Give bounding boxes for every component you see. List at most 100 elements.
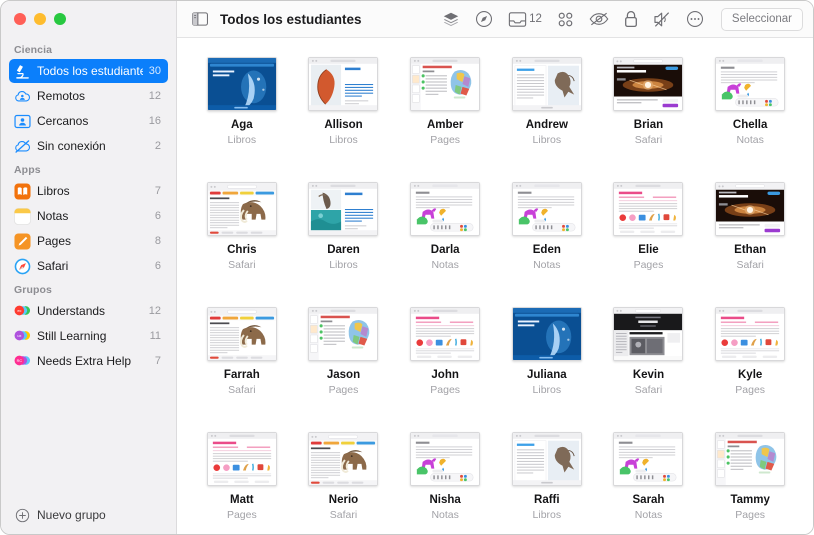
microscope-icon [16,64,29,79]
student-card[interactable]: Eden Notas [496,177,598,302]
zoom-button[interactable] [54,13,66,25]
student-card[interactable]: Sarah Notas [598,427,700,534]
books-app-icon [14,182,31,200]
student-thumbnail-wrapper [307,304,379,361]
student-card[interactable]: Darla Notas [394,177,496,302]
cloud-slash-icon [14,138,31,155]
student-card[interactable]: Brian Safari [598,52,700,177]
more-button[interactable] [683,6,707,32]
student-thumbnail [511,57,582,111]
sidebar-item-label: Todos los estudiantes [37,64,143,78]
student-screen-thumbnail [716,58,785,110]
student-card[interactable]: Jason Pages [293,302,395,427]
student-app-label: Libros [329,259,358,271]
close-button[interactable] [14,13,26,25]
sidebar-item-count: 6 [154,210,161,222]
student-card[interactable]: Raffi Libros [496,427,598,534]
student-screen-thumbnail [512,183,581,235]
student-thumbnail-wrapper [307,54,379,111]
student-screen-thumbnail [614,308,683,360]
student-card[interactable]: Chella Notas [699,52,801,177]
student-card[interactable]: Ethan Safari [699,177,801,302]
cloud-slash-icon [15,139,31,153]
sidebar-toggle-button[interactable] [189,6,211,32]
sidebar-item-sin-conexi-n[interactable]: Sin conexión 2 [9,134,168,158]
sidebar-item-label: Remotos [37,89,86,103]
sidebar-item-safari[interactable]: Safari 6 [9,254,168,278]
student-card[interactable]: Tammy Pages [699,427,801,534]
hide-screen-button[interactable] [586,6,612,32]
student-thumbnail [511,307,582,361]
inbox-count: 12 [529,13,542,25]
sidebar-item-remotos[interactable]: Remotos 12 [9,84,168,108]
student-card[interactable]: Kyle Pages [699,302,801,427]
sidebar-item-cercanos[interactable]: Cercanos 16 [9,109,168,133]
sidebar-item-still-learning[interactable]: ux Still Learning 11 [9,324,168,348]
select-button[interactable]: Seleccionar [720,7,803,31]
navigate-button[interactable] [472,6,496,32]
notes-app-icon [14,207,31,225]
inbox-button[interactable]: 12 [505,6,545,32]
sidebar-item-count: 12 [148,305,161,317]
safari-app-icon [14,258,31,274]
student-screen-thumbnail [411,433,480,485]
student-app-label: Safari [228,384,256,396]
student-card[interactable]: Aga Libros [191,52,293,177]
sidebar-item-understands[interactable]: ec Understands 12 [9,299,168,323]
student-card[interactable]: Nerio Safari [293,427,395,534]
student-name: John [431,369,459,381]
sidebar-section-header: Ciencia [14,44,53,56]
student-card[interactable]: Juliana Libros [496,302,598,427]
student-card[interactable]: Farrah Safari [191,302,293,427]
student-card[interactable]: Nisha Notas [394,427,496,534]
person-card-icon [14,113,31,130]
student-thumbnail-wrapper [409,179,481,236]
sidebar-item-libros[interactable]: Libros 7 [9,179,168,203]
student-thumbnail [308,57,379,111]
minimize-button[interactable] [34,13,46,25]
student-grid[interactable]: Aga Libros Allison Libros Amber Pages Andrew Li… [177,38,813,534]
sidebar-item-label: Understands [37,304,106,318]
student-app-label: Safari [228,259,256,271]
student-thumbnail [715,307,786,361]
student-name: Aga [230,119,253,131]
sidebar-item-pages[interactable]: Pages 8 [9,229,168,253]
sidebar-item-notas[interactable]: Notas 6 [9,204,168,228]
mute-button[interactable] [650,6,674,32]
student-card[interactable]: Matt Pages [191,427,293,534]
group-avatars-icon: ec [14,303,31,320]
student-screen-thumbnail [309,183,378,235]
sidebar-item-needs-extra-help[interactable]: RC Needs Extra Help 7 [9,349,168,373]
student-name: Chella [732,119,768,131]
student-screen-thumbnail [309,308,378,360]
student-app-label: Libros [329,134,358,146]
apps-grid-button[interactable] [554,6,577,32]
student-screen-thumbnail [614,433,683,485]
svg-text:ec: ec [17,309,21,313]
student-card[interactable]: Kevin Safari [598,302,700,427]
sidebar-item-todos-los-estudiantes[interactable]: Todos los estudiantes 30 [9,59,168,83]
student-thumbnail [206,182,277,236]
student-card[interactable]: Amber Pages [394,52,496,177]
student-card[interactable]: Elie Pages [598,177,700,302]
student-card[interactable]: Chris Safari [191,177,293,302]
student-name: Elie [638,244,659,256]
notes-app-icon [14,207,31,225]
student-app-label: Notas [634,509,663,521]
student-card[interactable]: Daren Libros [293,177,395,302]
student-card[interactable]: Allison Libros [293,52,395,177]
new-group-button[interactable]: Nuevo grupo [1,496,176,534]
sidebar-list[interactable]: Ciencia Todos los estudiantes 30 Remotos 12 C… [1,37,176,496]
student-thumbnail [410,307,481,361]
student-app-label: Safari [634,384,663,396]
student-thumbnail-wrapper [307,429,379,486]
student-card[interactable]: John Pages [394,302,496,427]
lock-button[interactable] [621,6,641,32]
layers-button[interactable] [439,6,463,32]
student-app-label: Pages [430,134,461,146]
student-thumbnail [715,57,786,111]
student-thumbnail [511,182,582,236]
student-thumbnail-wrapper [409,429,481,486]
student-card[interactable]: Andrew Libros [496,52,598,177]
student-thumbnail [206,57,277,111]
